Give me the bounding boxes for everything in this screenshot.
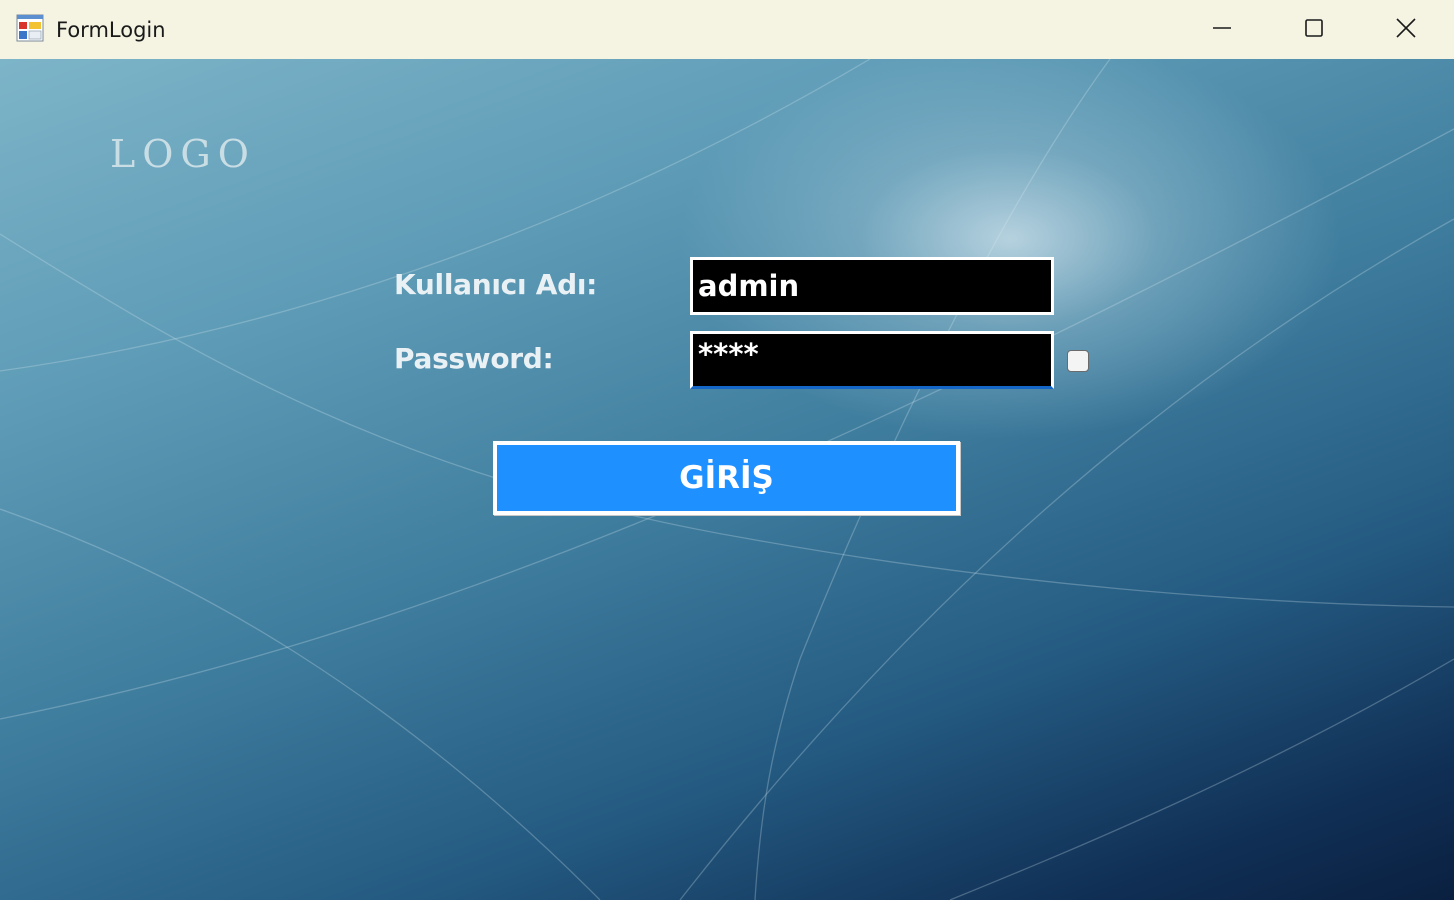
minimize-icon xyxy=(1213,27,1231,29)
maximize-button[interactable] xyxy=(1268,0,1360,56)
login-form-background: LOGO Kullanıcı Adı: admin Password: ****… xyxy=(0,59,1454,900)
app-icon xyxy=(16,14,44,42)
show-password-checkbox[interactable] xyxy=(1067,350,1089,372)
close-icon xyxy=(1396,18,1416,38)
close-button[interactable] xyxy=(1360,0,1452,56)
username-input[interactable]: admin xyxy=(690,257,1054,315)
minimize-button[interactable] xyxy=(1176,0,1268,56)
window-title: FormLogin xyxy=(56,18,166,42)
password-input[interactable]: **** xyxy=(690,331,1054,389)
username-label: Kullanıcı Adı: xyxy=(394,268,598,301)
title-bar[interactable]: FormLogin xyxy=(0,0,1454,59)
maximize-icon xyxy=(1305,19,1323,37)
password-label: Password: xyxy=(394,342,554,375)
login-window: FormLogin LOGO Kullanıcı Adı: admin Pass… xyxy=(0,0,1454,900)
logo: LOGO xyxy=(110,132,256,176)
login-button[interactable]: GİRİŞ xyxy=(493,441,960,515)
